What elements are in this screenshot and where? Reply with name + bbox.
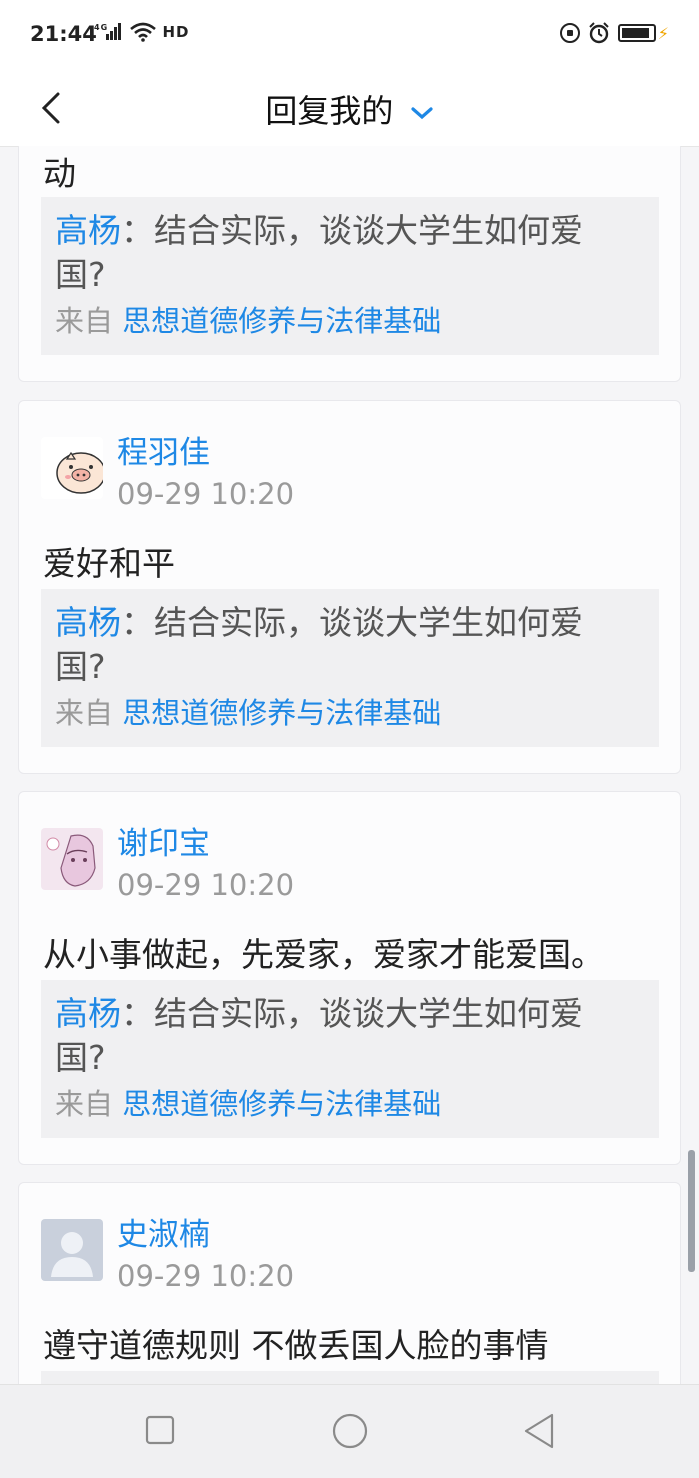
status-time: 21:44: [30, 22, 97, 46]
system-nav-bar: [0, 1384, 699, 1478]
user-name[interactable]: 史淑楠: [117, 1209, 210, 1254]
user-name[interactable]: 程羽佳: [117, 427, 210, 472]
quote-box[interactable]: 高杨：结合实际，谈谈大学生如何爱 国? 来自 思想道德修养与法律基础: [41, 197, 659, 355]
signal-icon: 4G: [94, 23, 121, 40]
status-system-icons: ⚡: [559, 22, 669, 44]
timestamp: 09-29 10:20: [117, 1259, 295, 1293]
quote-box[interactable]: [41, 1371, 659, 1384]
quote-source: 来自 思想道德修养与法律基础: [55, 691, 645, 735]
timestamp: 09-29 10:20: [117, 477, 295, 511]
reply-card[interactable]: 史淑楠 09-29 10:20 遵守道德规则 不做丢国人脸的事情: [18, 1182, 681, 1384]
source-course[interactable]: 思想道德修养与法律基础: [122, 696, 441, 730]
quote-line1: ：结合实际，谈谈大学生如何爱: [121, 211, 583, 250]
quote-text: 高杨：结合实际，谈谈大学生如何爱 国?: [55, 992, 645, 1080]
reply-text: 遵守道德规则 不做丢国人脸的事情: [43, 1326, 549, 1365]
avatar[interactable]: [41, 1219, 103, 1281]
quote-box[interactable]: 高杨：结合实际，谈谈大学生如何爱 国? 来自 思想道德修养与法律基础: [41, 980, 659, 1138]
recents-square-icon[interactable]: [144, 1413, 176, 1447]
user-name[interactable]: 谢印宝: [117, 818, 210, 863]
home-circle-icon[interactable]: [330, 1413, 370, 1453]
pig-avatar-icon: [41, 437, 103, 499]
page-title: 回复我的: [265, 92, 394, 130]
avatar[interactable]: [41, 828, 103, 890]
quote-line2: 国?: [55, 647, 106, 686]
hd-icon: HD: [162, 23, 190, 41]
header-bar: 回复我的: [0, 72, 699, 147]
reply-text: 从小事做起，先爱家，爱家才能爱国。: [43, 935, 604, 974]
quote-text: 高杨：结合实际，谈谈大学生如何爱 国?: [55, 601, 645, 689]
quote-author[interactable]: 高杨: [55, 211, 121, 250]
charging-icon: ⚡: [657, 23, 669, 43]
avatar[interactable]: [41, 437, 103, 499]
anime-avatar-icon: [41, 828, 103, 890]
quote-line1: ：结合实际，谈谈大学生如何爱: [121, 603, 583, 642]
quote-line2: 国?: [55, 255, 106, 294]
reply-text: 动: [43, 154, 76, 193]
source-course[interactable]: 思想道德修养与法律基础: [122, 1087, 441, 1121]
title-dropdown[interactable]: 回复我的: [0, 86, 699, 132]
back-triangle-icon[interactable]: [522, 1413, 558, 1449]
quote-source: 来自 思想道德修养与法律基础: [55, 299, 645, 343]
quote-author[interactable]: 高杨: [55, 603, 121, 642]
svg-text:4G: 4G: [94, 23, 108, 32]
default-avatar-icon: [41, 1219, 103, 1281]
battery-icon: [617, 24, 656, 42]
quote-text: 高杨：结合实际，谈谈大学生如何爱 国?: [55, 209, 645, 297]
timestamp: 09-29 10:20: [117, 868, 295, 902]
source-prefix: 来自: [55, 696, 114, 730]
source-prefix: 来自: [55, 304, 114, 338]
lock-rotation-icon: [559, 23, 580, 43]
quote-line1: ：结合实际，谈谈大学生如何爱: [121, 994, 583, 1033]
status-bar: 21:44 4G HD ⚡: [0, 0, 699, 72]
source-prefix: 来自: [55, 1087, 114, 1121]
chevron-down-icon: [410, 107, 433, 120]
quote-box[interactable]: 高杨：结合实际，谈谈大学生如何爱 国? 来自 思想道德修养与法律基础: [41, 589, 659, 747]
reply-feed[interactable]: 动 高杨：结合实际，谈谈大学生如何爱 国? 来自 思想道德修养与法律基础 程羽佳…: [0, 146, 699, 1384]
alarm-icon: [589, 22, 609, 44]
wifi-icon: [130, 22, 157, 42]
quote-author[interactable]: 高杨: [55, 994, 121, 1033]
source-course[interactable]: 思想道德修养与法律基础: [122, 304, 441, 338]
reply-card[interactable]: 动 高杨：结合实际，谈谈大学生如何爱 国? 来自 思想道德修养与法律基础: [18, 146, 681, 382]
scrollbar[interactable]: [688, 1150, 695, 1272]
reply-text: 爱好和平: [43, 544, 175, 583]
quote-source: 来自 思想道德修养与法律基础: [55, 1082, 645, 1126]
reply-card[interactable]: 程羽佳 09-29 10:20 爱好和平 高杨：结合实际，谈谈大学生如何爱 国?…: [18, 400, 681, 774]
status-network-icons: 4G HD: [94, 22, 189, 42]
quote-line2: 国?: [55, 1038, 106, 1077]
reply-card[interactable]: 谢印宝 09-29 10:20 从小事做起，先爱家，爱家才能爱国。 高杨：结合实…: [18, 791, 681, 1165]
